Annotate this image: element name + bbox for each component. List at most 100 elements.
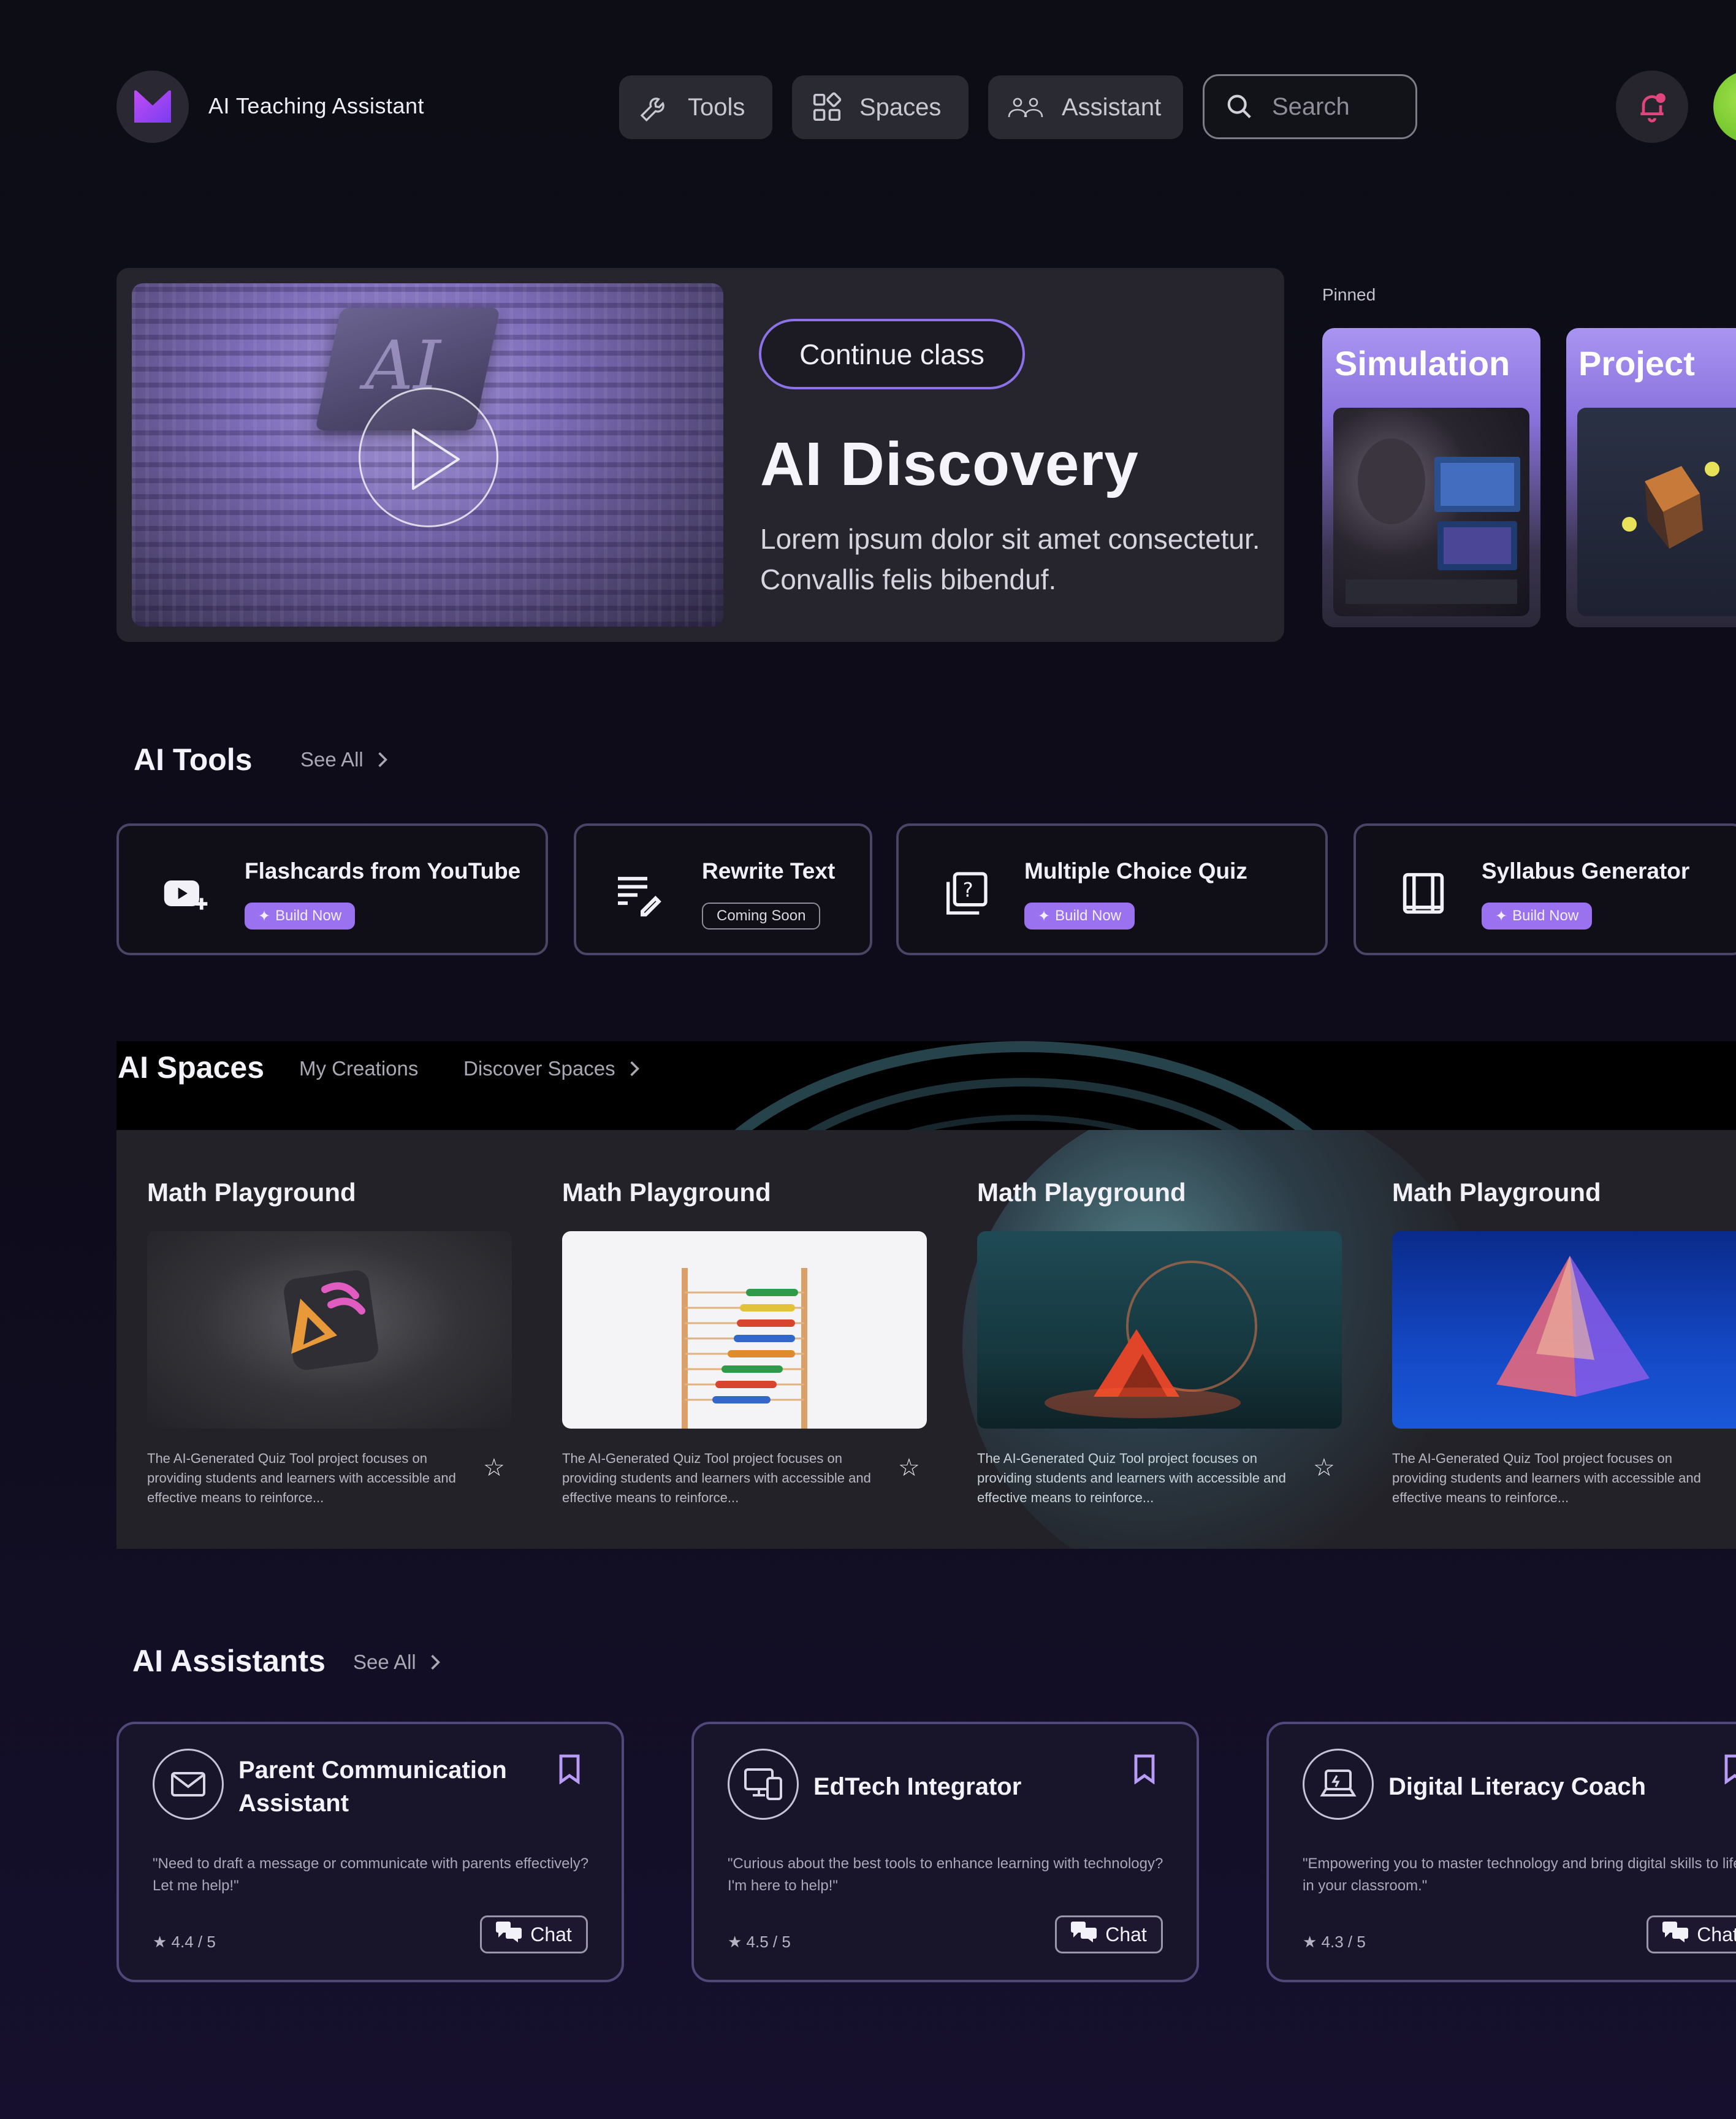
assistant-quote: "Curious about the best tools to enhance… bbox=[728, 1855, 1163, 1894]
users-icon bbox=[1008, 97, 1043, 118]
glass-shapes-icon bbox=[1045, 1261, 1257, 1418]
play-button[interactable] bbox=[359, 388, 498, 527]
tab-my-creations[interactable]: My Creations bbox=[299, 1057, 418, 1080]
chat-bubble-icon bbox=[496, 1922, 523, 1947]
svg-text:?: ? bbox=[963, 878, 973, 901]
bell-icon bbox=[1640, 93, 1666, 123]
assistant-card-digital-literacy[interactable]: Digital Literacy Coach "Empowering you t… bbox=[1266, 1722, 1736, 1982]
app-title: AI Teaching Assistant bbox=[208, 93, 425, 118]
user-avatar[interactable] bbox=[1713, 71, 1736, 143]
chat-label: Chat bbox=[1105, 1923, 1147, 1945]
wrench-icon bbox=[640, 97, 664, 122]
chevron-right-icon bbox=[630, 1061, 639, 1077]
nav-assistant-label: Assistant bbox=[1062, 93, 1162, 121]
tool-name: Flashcards from YouTube bbox=[245, 858, 521, 884]
build-now-badge[interactable]: ✦ Build Now bbox=[1482, 903, 1593, 930]
pinned-label: Pinned bbox=[1322, 285, 1376, 304]
abacus-icon bbox=[682, 1268, 807, 1429]
tool-card-rewrite[interactable]: Rewrite Text Coming Soon bbox=[574, 823, 872, 955]
tool-name: Rewrite Text bbox=[702, 858, 836, 884]
build-now-badge[interactable]: ✦ Build Now bbox=[245, 903, 356, 930]
space-image-3[interactable] bbox=[977, 1231, 1342, 1429]
assistant-name: EdTech Integrator bbox=[813, 1773, 1022, 1800]
space-description: The AI-Generated Quiz Tool project focus… bbox=[1392, 1451, 1701, 1505]
laptop-icon bbox=[1303, 1749, 1374, 1820]
tool-name: Multiple Choice Quiz bbox=[1024, 858, 1247, 884]
chat-label: Chat bbox=[530, 1923, 572, 1945]
grid-icon bbox=[813, 92, 842, 121]
space-title: Math Playground bbox=[1392, 1178, 1601, 1207]
rewrite-icon bbox=[613, 869, 662, 918]
bookmark-icon[interactable] bbox=[1132, 1754, 1157, 1787]
chat-button[interactable]: Chat bbox=[480, 1915, 588, 1953]
assistant-quote: "Empowering you to master technology and… bbox=[1303, 1855, 1736, 1894]
assistant-name: Digital Literacy Coach bbox=[1388, 1773, 1647, 1800]
bookmark-icon[interactable] bbox=[557, 1754, 582, 1787]
search-icon bbox=[1227, 94, 1251, 118]
badge-label: Build Now bbox=[1055, 907, 1122, 924]
bookmark-icon[interactable] bbox=[1723, 1754, 1736, 1787]
simulation-scene-icon bbox=[1346, 438, 1520, 604]
badge-label: Build Now bbox=[275, 907, 342, 924]
search-placeholder: Search bbox=[1272, 93, 1350, 120]
chat-button[interactable]: Chat bbox=[1647, 1915, 1736, 1953]
assistant-quote: "Need to draft a message or communicate … bbox=[153, 1855, 589, 1894]
favorite-star-icon[interactable]: ☆ bbox=[483, 1454, 505, 1482]
notification-button[interactable] bbox=[1616, 71, 1688, 143]
continue-class-button[interactable]: Continue class bbox=[759, 319, 1025, 389]
project-image bbox=[1577, 408, 1736, 616]
tools-see-all-link[interactable]: See All bbox=[300, 748, 388, 771]
app-logo[interactable] bbox=[116, 71, 189, 143]
nav-spaces-button[interactable]: Spaces bbox=[792, 75, 969, 139]
spaces-header-band bbox=[116, 1041, 1736, 1130]
assistant-rating: ★ 4.5 / 5 bbox=[728, 1933, 791, 1951]
simulation-image bbox=[1333, 408, 1529, 616]
sparkle-icon: ✦ bbox=[1495, 907, 1508, 925]
pinned-card-simulation[interactable]: Simulation bbox=[1322, 328, 1540, 627]
tool-card-flashcards[interactable]: Flashcards from YouTube ✦ Build Now bbox=[116, 823, 548, 955]
space-title: Math Playground bbox=[562, 1178, 771, 1207]
space-description: The AI-Generated Quiz Tool project focus… bbox=[147, 1451, 456, 1505]
space-description: The AI-Generated Quiz Tool project focus… bbox=[562, 1451, 871, 1505]
nav-assistant-button[interactable]: Assistant bbox=[988, 75, 1183, 139]
tool-card-quiz[interactable]: ? Multiple Choice Quiz ✦ Build Now bbox=[896, 823, 1328, 955]
space-image-4[interactable] bbox=[1392, 1231, 1736, 1429]
pinned-card-project[interactable]: Project bbox=[1566, 328, 1736, 627]
favorite-star-icon[interactable]: ☆ bbox=[1313, 1454, 1335, 1482]
syllabus-icon bbox=[1399, 869, 1448, 918]
coming-soon-badge: Coming Soon bbox=[702, 903, 821, 930]
chat-bubble-icon bbox=[1662, 1922, 1689, 1947]
assistant-card-edtech-integrator[interactable]: EdTech Integrator "Curious about the bes… bbox=[691, 1722, 1199, 1982]
ai-assistants-title: AI Assistants bbox=[132, 1644, 326, 1678]
build-now-badge[interactable]: ✦ Build Now bbox=[1024, 903, 1135, 930]
hero-video-thumbnail[interactable]: AI bbox=[132, 283, 723, 627]
assistants-see-all-link[interactable]: See All bbox=[353, 1651, 441, 1674]
space-image-2[interactable] bbox=[562, 1231, 927, 1429]
chat-label: Chat bbox=[1697, 1923, 1736, 1945]
tab-label: Discover Spaces bbox=[463, 1057, 615, 1080]
tab-label: My Creations bbox=[299, 1057, 419, 1080]
sparkle-icon: ✦ bbox=[1038, 907, 1051, 925]
devices-icon bbox=[728, 1749, 799, 1820]
nav-tools-button[interactable]: Tools bbox=[619, 75, 772, 139]
search-input[interactable]: Search bbox=[1203, 74, 1417, 139]
assistant-name: Parent Communication Assistant bbox=[238, 1757, 507, 1817]
pinned-card-title: Project bbox=[1578, 344, 1695, 383]
space-title: Math Playground bbox=[977, 1178, 1186, 1207]
ai-spaces-title: AI Spaces bbox=[118, 1050, 265, 1085]
space-description: The AI-Generated Quiz Tool project focus… bbox=[977, 1451, 1286, 1505]
pinned-card-title: Simulation bbox=[1334, 344, 1510, 383]
assistant-card-parent-communication[interactable]: Parent Communication Assistant "Need to … bbox=[116, 1722, 624, 1982]
youtube-icon bbox=[162, 869, 211, 918]
assistant-rating: ★ 4.3 / 5 bbox=[1303, 1933, 1366, 1951]
prism-icon bbox=[1496, 1256, 1650, 1397]
chat-button[interactable]: Chat bbox=[1055, 1915, 1163, 1953]
tool-card-syllabus[interactable]: Syllabus Generator ✦ Build Now bbox=[1353, 823, 1736, 955]
spaces-panel: Math Playground The AI-Generated Quiz To… bbox=[116, 1130, 1736, 1549]
chevron-right-icon bbox=[431, 1654, 440, 1670]
ai-tools-title: AI Tools bbox=[134, 743, 253, 777]
space-image-1[interactable] bbox=[147, 1231, 512, 1429]
favorite-star-icon[interactable]: ☆ bbox=[898, 1454, 920, 1482]
tab-discover-spaces[interactable]: Discover Spaces bbox=[463, 1057, 640, 1080]
assistant-rating: ★ 4.4 / 5 bbox=[153, 1933, 216, 1951]
